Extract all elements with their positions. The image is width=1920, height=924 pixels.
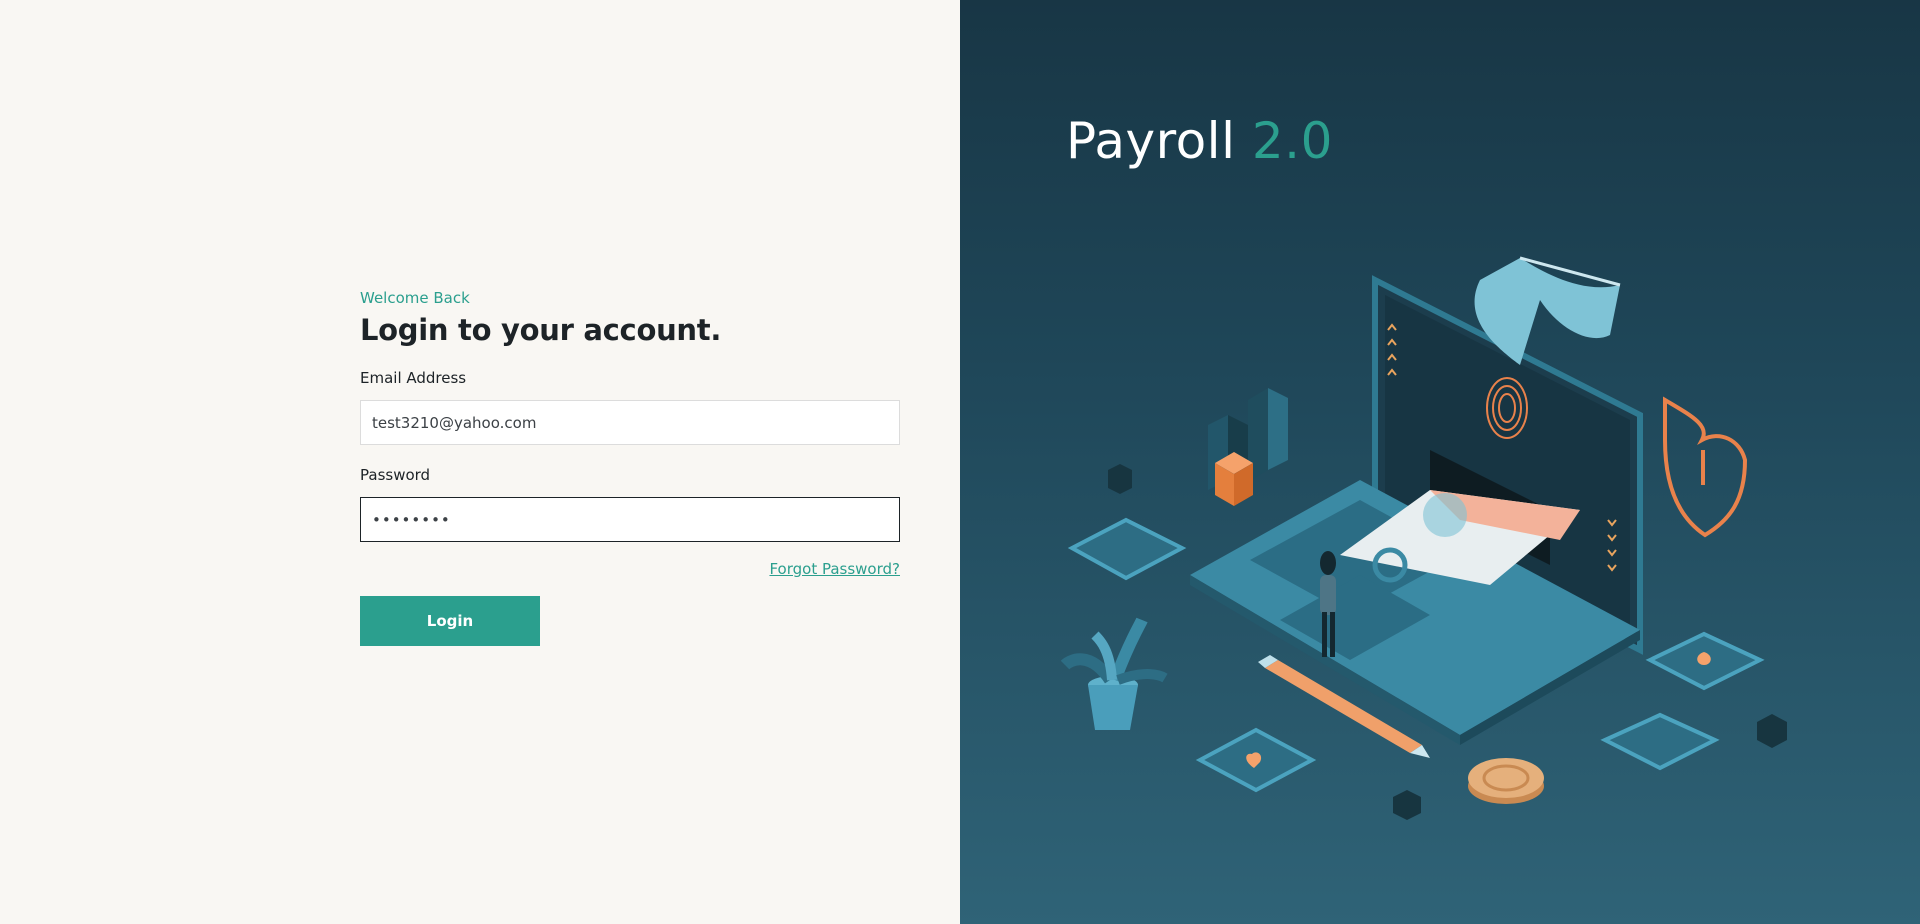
payroll-illustration	[1060, 256, 1787, 820]
welcome-text: Welcome Back	[360, 289, 470, 307]
login-panel: Welcome Back Login to your account. Emai…	[0, 0, 960, 924]
email-field[interactable]	[360, 400, 900, 445]
orange-cube-icon	[1215, 452, 1253, 506]
forgot-row: Forgot Password?	[360, 559, 900, 579]
password-label: Password	[360, 466, 431, 484]
plant-icon	[1060, 617, 1168, 730]
coin-icon	[1468, 758, 1544, 804]
login-form: Welcome Back Login to your account. Emai…	[360, 288, 900, 646]
login-button[interactable]: Login	[360, 596, 540, 646]
email-label: Email Address	[360, 369, 467, 387]
forgot-password-link[interactable]: Forgot Password?	[769, 560, 900, 578]
password-field[interactable]	[360, 497, 900, 542]
page-title: Login to your account.	[360, 313, 722, 347]
hero-panel: Payroll 2.0	[960, 0, 1920, 924]
shield-icon	[1663, 396, 1748, 538]
